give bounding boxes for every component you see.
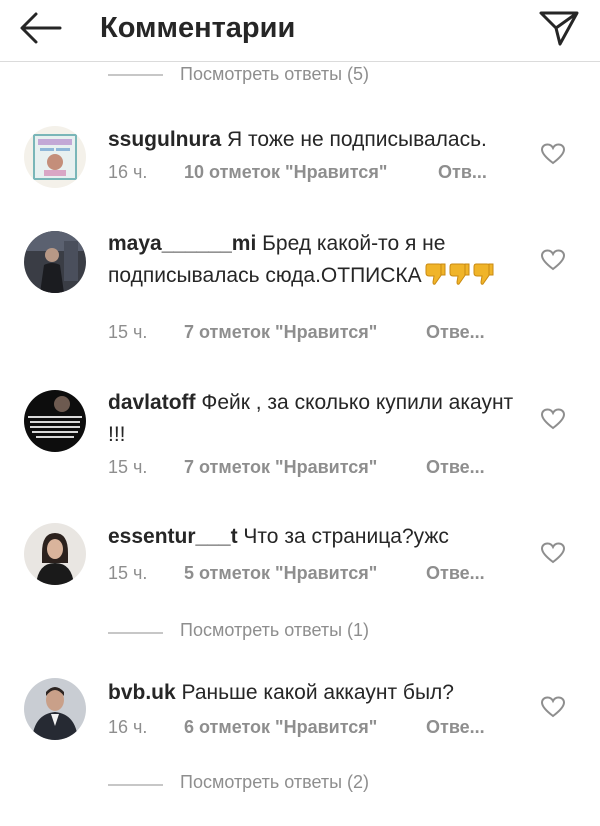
- avatar[interactable]: [24, 231, 86, 293]
- view-replies-label: Посмотреть ответы (5): [180, 64, 370, 84]
- view-replies-label: Посмотреть ответы (2): [180, 772, 370, 792]
- reply-button[interactable]: Отве...: [426, 717, 485, 738]
- page-title: Комментарии: [100, 12, 296, 44]
- heart-icon[interactable]: [540, 407, 566, 431]
- reply-button[interactable]: Отве...: [426, 457, 485, 478]
- likes-count[interactable]: 7 отметок "Нравится": [184, 322, 377, 343]
- comment-time: 15 ч.: [108, 322, 148, 342]
- likes-count[interactable]: 10 отметок "Нравится": [184, 162, 387, 183]
- replies-divider: [108, 784, 163, 786]
- thumbs-down-emoji-icon: [473, 263, 494, 285]
- reply-button[interactable]: Отве...: [426, 322, 485, 343]
- view-replies-link[interactable]: Посмотреть ответы (5): [108, 64, 468, 90]
- username-link[interactable]: essentur___t: [108, 525, 238, 548]
- likes-count[interactable]: 6 отметок "Нравится": [184, 717, 377, 738]
- likes-count[interactable]: 7 отметок "Нравится": [184, 457, 377, 478]
- username-link[interactable]: bvb.uk: [108, 681, 176, 704]
- username-link[interactable]: ssugulnura: [108, 128, 221, 151]
- comment-time: 16 ч.: [108, 162, 148, 182]
- comment-text: essentur___t Что за страница?ужс: [108, 521, 528, 553]
- comment-body: Раньше какой аккаунт был?: [181, 681, 454, 704]
- thumbs-down-emoji-icon: [425, 263, 446, 285]
- heart-icon[interactable]: [540, 695, 566, 719]
- comment-body: Что за страница?ужс: [243, 525, 449, 548]
- comment-text: bvb.uk Раньше какой аккаунт был?: [108, 677, 528, 709]
- reply-button[interactable]: Отв...: [438, 162, 487, 183]
- comment-text: davlatoff Фейк , за сколько купили акаун…: [108, 387, 528, 451]
- username-link[interactable]: davlatoff: [108, 391, 196, 414]
- comment-time: 15 ч.: [108, 457, 148, 477]
- view-replies-label: Посмотреть ответы (1): [180, 620, 370, 640]
- likes-count[interactable]: 5 отметок "Нравится": [184, 563, 377, 584]
- username-link[interactable]: maya______mi: [108, 232, 256, 255]
- replies-divider: [108, 74, 163, 76]
- view-replies-link[interactable]: Посмотреть ответы (1): [108, 620, 468, 646]
- replies-divider: [108, 632, 163, 634]
- thumbs-down-emoji-icon: [449, 263, 470, 285]
- avatar[interactable]: [24, 126, 86, 188]
- heart-icon[interactable]: [540, 142, 566, 166]
- comment-time: 16 ч.: [108, 717, 148, 737]
- avatar[interactable]: [24, 390, 86, 452]
- comment-text: maya______mi Бред какой-то я не подписыв…: [108, 228, 528, 292]
- comment-body: Я тоже не подписывалась.: [227, 128, 487, 151]
- send-direct-icon[interactable]: [538, 8, 580, 48]
- back-arrow-icon[interactable]: [18, 10, 62, 46]
- view-replies-link[interactable]: Посмотреть ответы (2): [108, 772, 468, 798]
- top-bar: Комментарии: [0, 0, 600, 62]
- avatar[interactable]: [24, 523, 86, 585]
- avatar[interactable]: [24, 678, 86, 740]
- reply-button[interactable]: Отве...: [426, 563, 485, 584]
- heart-icon[interactable]: [540, 248, 566, 272]
- comment-text: ssugulnura Я тоже не подписывалась.: [108, 124, 528, 156]
- heart-icon[interactable]: [540, 541, 566, 565]
- comment-time: 15 ч.: [108, 563, 148, 583]
